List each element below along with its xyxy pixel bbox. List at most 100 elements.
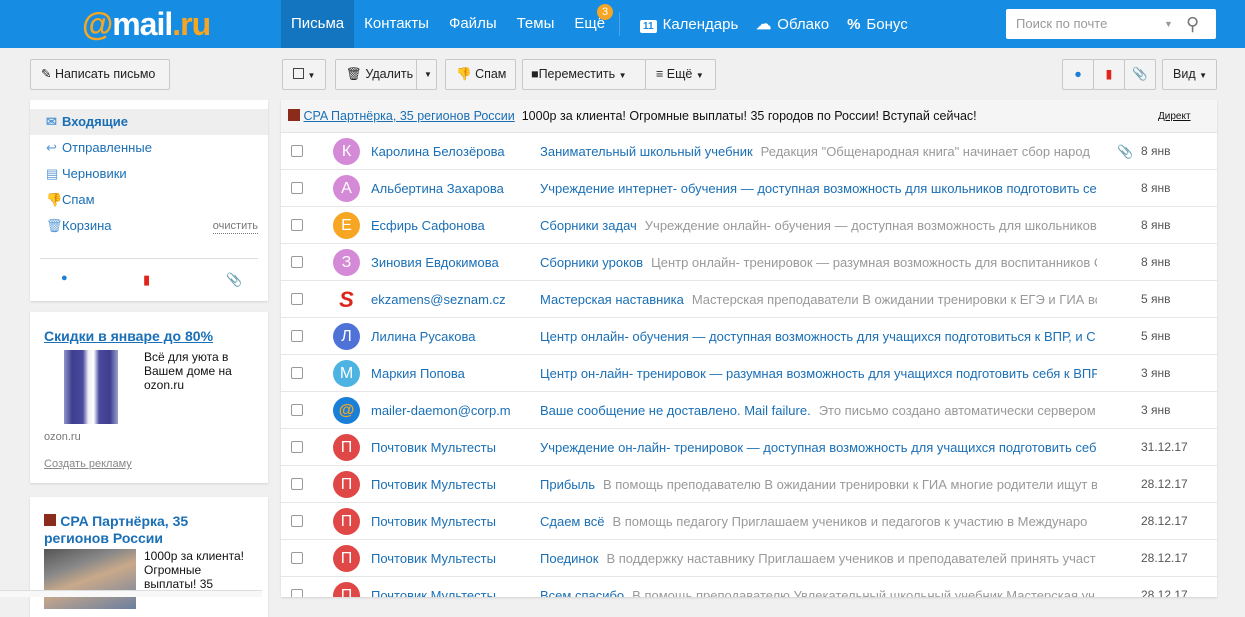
flag-icon: ▮: [1105, 67, 1113, 81]
search-placeholder: Поиск по почте: [1016, 16, 1108, 31]
ad-title[interactable]: Скидки в январе до 80%: [44, 328, 254, 345]
message-text: Учреждение интернет- обучения — доступна…: [540, 170, 1097, 207]
nav-contacts[interactable]: Контакты: [354, 0, 439, 48]
message-checkbox[interactable]: [291, 330, 303, 342]
direct-label[interactable]: Директ: [1158, 100, 1191, 133]
create-ad-link[interactable]: Создать рекламу: [44, 458, 132, 470]
message-row[interactable]: П Почтовик Мультесты Учреждение он-лайн-…: [281, 429, 1217, 466]
nav-letters[interactable]: Письма: [281, 0, 355, 48]
spam-button[interactable]: 👎 Спам: [445, 59, 516, 90]
view-button[interactable]: Вид ▼: [1162, 59, 1217, 90]
sender-name: Маркия Попова: [371, 366, 465, 381]
message-checkbox[interactable]: [291, 404, 303, 416]
message-text: Поединок В поддержку наставнику Приглашае…: [540, 540, 1097, 577]
message-row[interactable]: @ mailer-daemon@corp.m Ваше сообщение не…: [281, 392, 1217, 429]
nav-cloud[interactable]: ☁ Облако: [756, 15, 829, 33]
calendar-label: Календарь: [662, 15, 739, 33]
message-row[interactable]: А Альбертина Захарова Учреждение интерне…: [281, 170, 1217, 207]
unread-filter-icon[interactable]: ●: [61, 272, 68, 284]
flag-filter-icon[interactable]: ▮: [143, 272, 150, 288]
sender-name: mailer-daemon@corp.m: [371, 403, 511, 418]
message-checkbox[interactable]: [291, 293, 303, 305]
message-checkbox[interactable]: [291, 367, 303, 379]
filter-unread-button[interactable]: ●: [1062, 59, 1094, 90]
filter-attachments-button[interactable]: 📎: [1124, 59, 1156, 90]
message-checkbox[interactable]: [291, 478, 303, 490]
search-input[interactable]: Поиск по почте ▼ ⚲: [1006, 9, 1216, 39]
delete-button[interactable]: 🗑 Удалить ▼: [335, 59, 437, 90]
sender-name: Почтовик Мультесты: [371, 477, 496, 492]
nav-files[interactable]: Файлы: [439, 0, 507, 48]
nav-more[interactable]: Ещё 3: [564, 0, 615, 48]
ad-title-link[interactable]: CPA Партнёрка, 35 регионов России: [44, 513, 188, 546]
message-text: Центр он-лайн- тренировок — разумная воз…: [540, 355, 1097, 392]
message-checkbox[interactable]: [291, 589, 303, 597]
cloud-label: Облако: [777, 16, 830, 33]
message-checkbox[interactable]: [291, 515, 303, 527]
search-icon[interactable]: ⚲: [1186, 9, 1199, 39]
message-row[interactable]: П Почтовик Мультесты Сдаем всё В помощь п…: [281, 503, 1217, 540]
message-text: Учреждение он-лайн- тренировок — доступн…: [540, 429, 1097, 466]
folder-item[interactable]: ↩ Отправленные: [30, 135, 268, 161]
cpa-logo-icon: [288, 109, 300, 121]
attachment-filter-icon[interactable]: 📎: [226, 272, 242, 288]
message-row[interactable]: S ekzamens@seznam.cz Мастерская наставни…: [281, 281, 1217, 318]
message-checkbox[interactable]: [291, 552, 303, 564]
message-checkbox[interactable]: [291, 219, 303, 231]
message-checkbox[interactable]: [291, 182, 303, 194]
folder-item[interactable]: ▤ Черновики: [30, 161, 268, 187]
more-button[interactable]: ≡ Ещё ▼: [645, 59, 716, 90]
filter-flagged-button[interactable]: ▮: [1093, 59, 1125, 90]
compose-button[interactable]: ✎ Написать письмо: [30, 59, 170, 90]
nav-calendar[interactable]: 11 Календарь: [640, 16, 738, 33]
delete-dropdown-icon[interactable]: ▼: [416, 60, 432, 89]
delete-label: Удалить: [365, 67, 414, 81]
move-button[interactable]: ■Переместить ▼: [522, 59, 646, 90]
select-all-button[interactable]: ▼: [282, 59, 326, 90]
message-text: Сборники уроков Центр онлайн- тренировок …: [540, 244, 1097, 281]
more-label: Ещё: [666, 67, 693, 81]
horizontal-scrollbar[interactable]: [0, 590, 262, 597]
message-row[interactable]: П Почтовик Мультесты Прибыль В помощь пре…: [281, 466, 1217, 503]
search-dropdown-icon[interactable]: ▼: [1164, 9, 1173, 39]
mail-ru-logo[interactable]: @mail.ru: [82, 6, 211, 43]
folder-item[interactable]: ✉ Входящие: [30, 109, 268, 135]
ad-row[interactable]: CPA Партнёрка, 35 регионов России 1000р …: [281, 100, 1217, 133]
nav-themes[interactable]: Темы: [507, 0, 565, 48]
ad-row-link[interactable]: CPA Партнёрка, 35 регионов России: [303, 109, 514, 123]
sender-avatar: З: [333, 249, 360, 276]
clear-trash-link[interactable]: очистить: [212, 220, 258, 234]
message-text: Ваше сообщение не доставлено. Mail failu…: [540, 392, 1097, 429]
folder-item[interactable]: 🗑Корзина очистить: [30, 213, 268, 239]
folder-item[interactable]: 👎Спам: [30, 187, 268, 213]
sender-avatar: П: [333, 434, 360, 461]
calendar-icon: 11: [640, 19, 657, 33]
ad-row-text: 1000р за клиента! Огромные выплаты! 35 г…: [521, 109, 977, 123]
message-date: 8 янв: [1141, 144, 1171, 158]
message-date: 28.12.17: [1141, 477, 1188, 491]
message-checkbox[interactable]: [291, 145, 303, 157]
ad-text: Всё для уюта в Вашем доме на ozon.ru: [144, 350, 232, 392]
chevron-down-icon: ▼: [618, 71, 627, 80]
sender-avatar: Е: [333, 212, 360, 239]
more-badge: 3: [597, 4, 614, 20]
ad-title-link[interactable]: Скидки в январе до 80%: [44, 328, 213, 344]
message-checkbox[interactable]: [291, 256, 303, 268]
message-row[interactable]: Е Есфирь Сафонова Сборники задач Учрежден…: [281, 207, 1217, 244]
cpa-logo-icon: [44, 514, 56, 526]
nav-bonus[interactable]: % Бонус: [847, 16, 908, 33]
sender-name: Каролина Белозёрова: [371, 144, 505, 159]
message-row[interactable]: М Маркия Попова Центр он-лайн- тренирово…: [281, 355, 1217, 392]
message-subject: Центр онлайн- обучения — доступная возмо…: [540, 329, 1096, 344]
message-row[interactable]: Л Лилина Русакова Центр онлайн- обучения…: [281, 318, 1217, 355]
message-row[interactable]: З Зиновия Евдокимова Сборники уроков Цент…: [281, 244, 1217, 281]
folder-label: Отправленные: [62, 140, 152, 155]
message-row[interactable]: К Каролина Белозёрова Занимательный школ…: [281, 133, 1217, 170]
message-subject: Ваше сообщение не доставлено. Mail failu…: [540, 403, 811, 418]
spam-label: Спам: [475, 67, 507, 81]
message-row[interactable]: П Почтовик Мультесты Поединок В поддержку…: [281, 540, 1217, 577]
message-subject: Сдаем всё: [540, 514, 605, 529]
message-checkbox[interactable]: [291, 441, 303, 453]
folder-label: Корзина: [62, 218, 112, 233]
message-row[interactable]: П Почтовик Мультесты Всем спасибо В помощ…: [281, 577, 1217, 597]
